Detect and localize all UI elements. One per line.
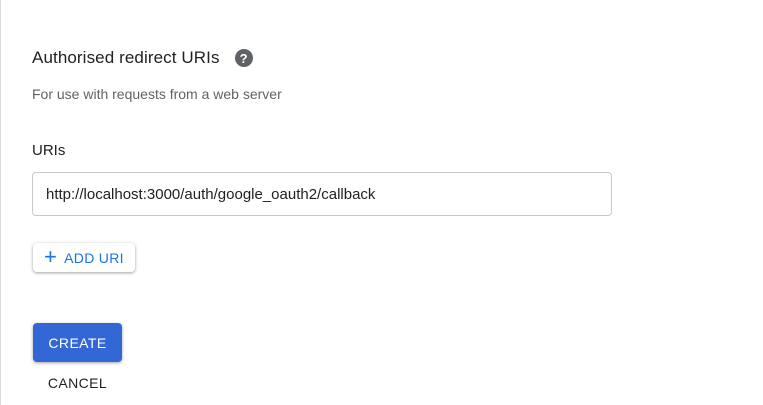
uri-input[interactable] — [32, 172, 612, 216]
plus-icon: + — [44, 243, 58, 269]
section-description: For use with requests from a web server — [32, 86, 282, 102]
cancel-button[interactable]: CANCEL — [33, 370, 122, 396]
add-uri-button[interactable]: + ADD URI — [33, 243, 135, 272]
redirect-uris-panel: Authorised redirect URIs ? For use with … — [0, 0, 763, 405]
help-icon[interactable]: ? — [234, 49, 253, 67]
section-header: Authorised redirect URIs ? — [32, 48, 253, 68]
add-uri-label: ADD URI — [64, 249, 124, 266]
create-button[interactable]: CREATE — [33, 323, 122, 362]
section-title: Authorised redirect URIs — [32, 48, 220, 67]
uris-label: URIs — [32, 142, 66, 159]
